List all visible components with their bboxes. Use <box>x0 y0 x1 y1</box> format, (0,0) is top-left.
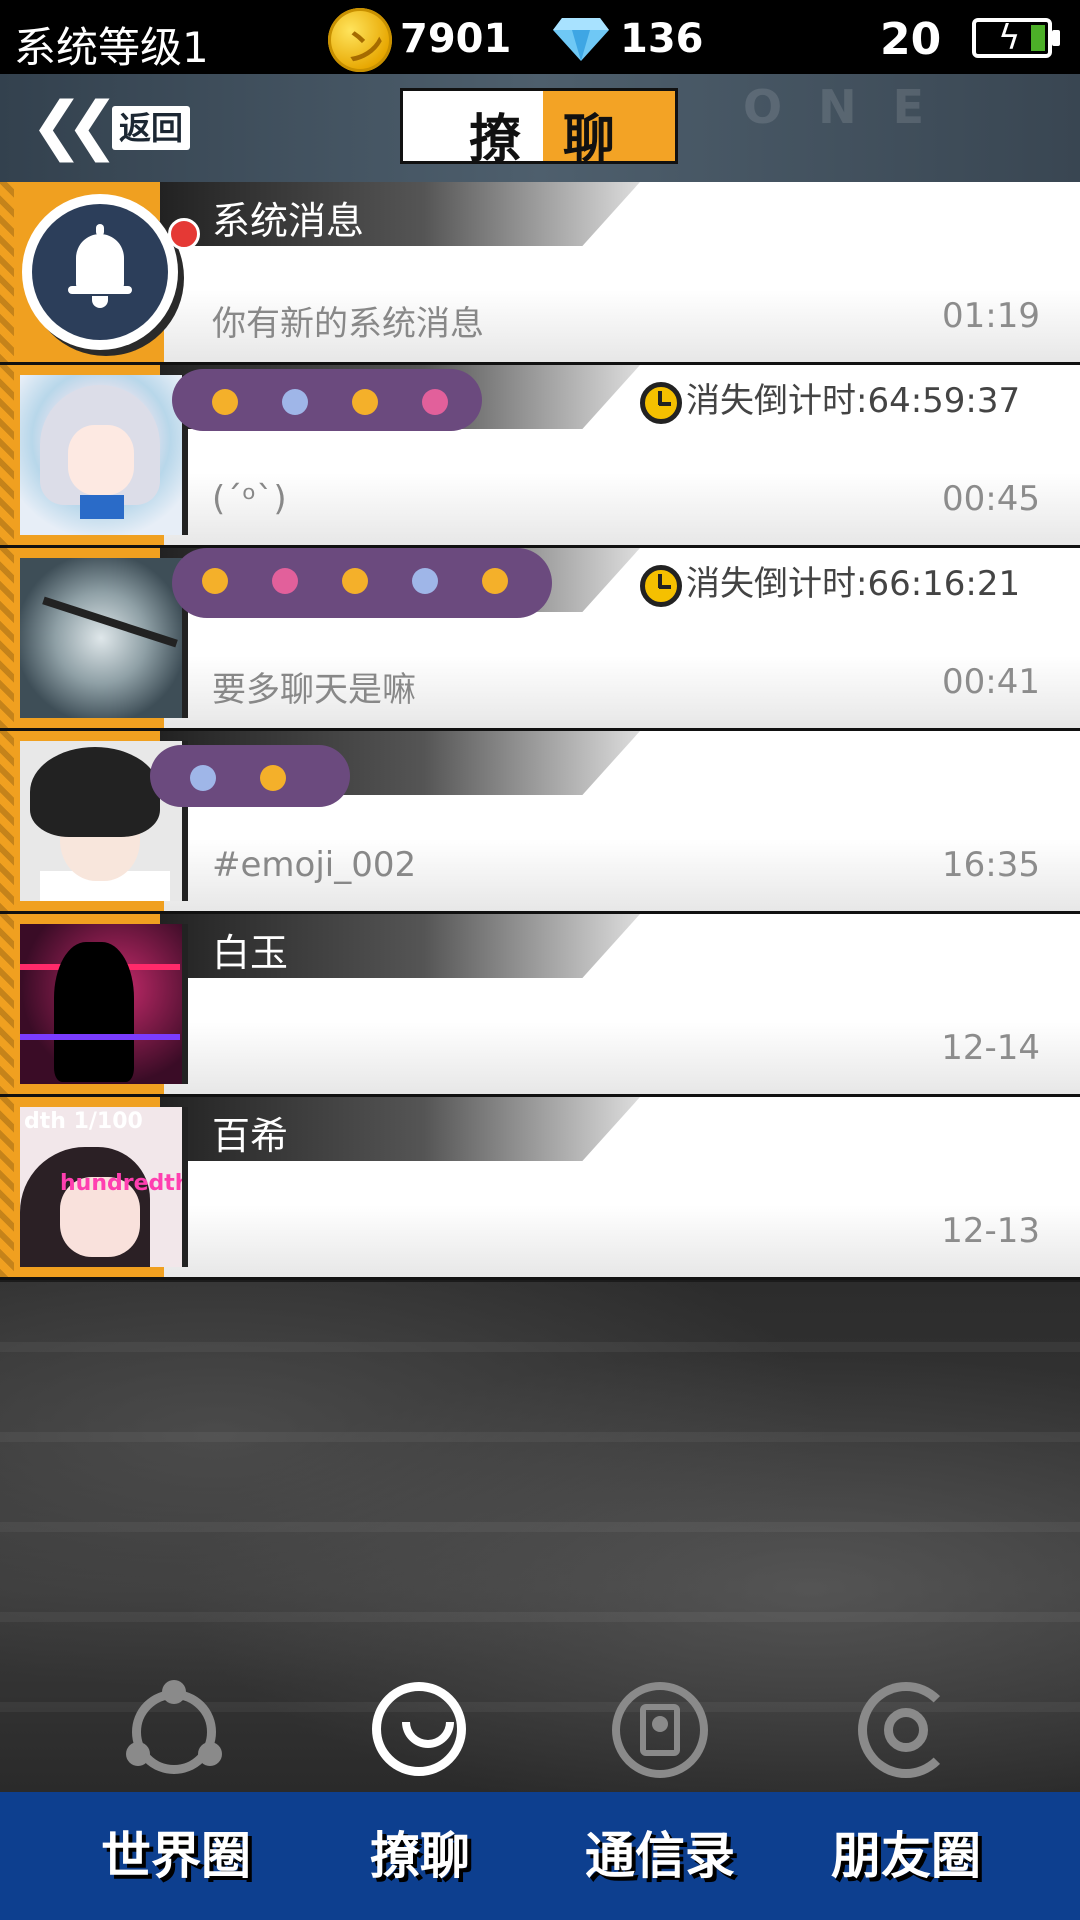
chat-time: 12-13 <box>941 1211 1040 1251</box>
unread-dot <box>168 218 200 250</box>
disappear-countdown: 消失倒计时:66:16:21 <box>640 556 1020 607</box>
coin-count: 7901 <box>400 16 512 62</box>
tab-contacts[interactable]: 通信录 <box>550 1816 770 1896</box>
contacts-book-icon[interactable] <box>610 1680 710 1780</box>
chat-name: 百希 <box>212 1114 289 1158</box>
clock: 20 <box>880 14 942 65</box>
tab-moments[interactable]: 朋友圈 <box>796 1816 1016 1896</box>
battery-charging-icon: ϟ <box>972 18 1060 58</box>
chat-time: 00:45 <box>942 479 1040 519</box>
chat-preview: 要多聊天是嘛 <box>212 670 416 710</box>
back-label: 返回 <box>112 106 190 150</box>
chat-time: 01:19 <box>942 296 1040 336</box>
chat-row[interactable]: #emoji_002 16:35 <box>0 731 1080 914</box>
chat-time: 00:41 <box>942 662 1040 702</box>
title-part2: 聊 <box>563 110 616 164</box>
title-part1: 撩 <box>469 110 522 164</box>
chat-row[interactable]: 消失倒计时:66:16:21 要多聊天是嘛 00:41 <box>0 548 1080 731</box>
tab-world[interactable]: 世界圈 <box>66 1816 286 1896</box>
avatar <box>20 924 188 1084</box>
redaction-blot <box>172 369 482 431</box>
nav-icons <box>0 1680 1080 1790</box>
world-circle-icon[interactable] <box>126 1680 226 1780</box>
back-button[interactable]: ❮❮ 返回 <box>30 89 192 163</box>
moments-target-icon[interactable] <box>856 1680 956 1780</box>
page-header: ONE ❮❮ 返回 撩 聊 <box>0 74 1080 182</box>
bell-icon <box>22 194 200 350</box>
chat-time: 12-14 <box>941 1028 1040 1068</box>
bottom-tab-bar: 世界圈 撩聊 通信录 朋友圈 <box>0 1792 1080 1920</box>
header-decoration: ONE <box>742 80 960 134</box>
coin-icon: ン <box>328 8 392 72</box>
status-bar: 系统等级1 ン 7901 136 20 ϟ <box>0 0 1080 78</box>
stopwatch-icon <box>640 564 682 607</box>
system-level: 系统等级1 <box>14 23 209 72</box>
chat-preview: 你有新的系统消息 <box>212 304 484 344</box>
chat-row[interactable]: 消失倒计时:64:59:37 (ˊᵒˋ) 00:45 <box>0 365 1080 548</box>
avatar: dth 1/100 hundredth <box>20 1107 188 1267</box>
double-chevron-left-icon: ❮❮ <box>30 89 119 163</box>
gem-count: 136 <box>620 16 704 62</box>
chat-time: 16:35 <box>942 845 1040 885</box>
chat-name: 白玉 <box>212 931 289 975</box>
tab-chat[interactable]: 撩聊 <box>310 1816 530 1896</box>
redaction-blot <box>172 548 552 618</box>
chat-row[interactable]: 白玉 12-14 <box>0 914 1080 1097</box>
avatar <box>20 558 188 718</box>
stopwatch-icon <box>640 381 682 424</box>
chat-row[interactable]: dth 1/100 hundredth 百希 12-13 <box>0 1097 1080 1280</box>
diamond-icon <box>553 18 609 61</box>
chat-row-system[interactable]: 系统消息 你有新的系统消息 01:19 <box>0 182 1080 365</box>
chat-bubble-icon[interactable] <box>370 1680 470 1780</box>
chat-name: 系统消息 <box>212 199 365 243</box>
chat-preview: (ˊᵒˋ) <box>212 479 287 519</box>
page-title: 撩 聊 <box>400 88 678 164</box>
disappear-countdown: 消失倒计时:64:59:37 <box>640 373 1020 424</box>
avatar <box>20 375 188 535</box>
redaction-blot <box>150 745 350 807</box>
chat-preview: #emoji_002 <box>212 845 417 885</box>
